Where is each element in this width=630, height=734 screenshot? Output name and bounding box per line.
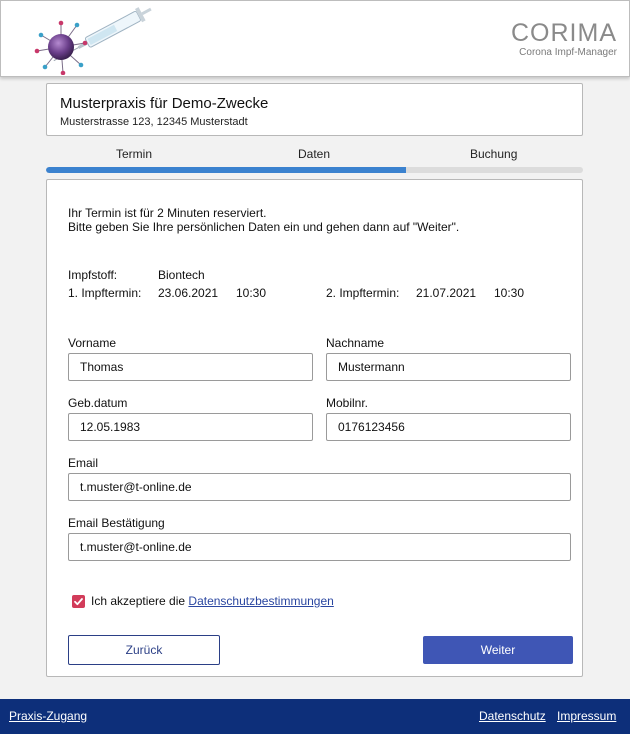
step-termin: Termin	[116, 147, 153, 161]
personal-data-card: Ihr Termin ist für 2 Minuten reserviert.…	[46, 179, 583, 677]
privacy-link[interactable]: Datenschutz	[479, 709, 546, 723]
lastname-input[interactable]	[326, 353, 571, 381]
firstname-input[interactable]	[68, 353, 313, 381]
imprint-link[interactable]: Impressum	[557, 709, 616, 723]
firstname-label: Vorname	[68, 336, 117, 350]
privacy-policy-link[interactable]: Datenschutzbestimmungen	[188, 594, 333, 608]
app-header: CORIMA Corona Impf-Manager	[0, 0, 630, 77]
reservation-notice: Ihr Termin ist für 2 Minuten reserviert.…	[68, 206, 459, 234]
footer: Praxis-Zugang Datenschutz Impressum	[0, 699, 630, 734]
next-button[interactable]: Weiter	[423, 636, 573, 664]
brand-title: CORIMA	[511, 19, 617, 47]
birthdate-label: Geb.datum	[68, 396, 128, 410]
mobile-input[interactable]	[326, 413, 571, 441]
progress-bar	[46, 167, 583, 173]
email-confirm-label: Email Bestätigung	[68, 516, 165, 530]
lastname-label: Nachname	[326, 336, 385, 350]
reservation-notice-line1: Ihr Termin ist für 2 Minuten reserviert.	[68, 206, 267, 220]
first-appointment-date: 23.06.2021	[158, 286, 219, 300]
vaccine-label: Impfstoff:	[68, 268, 118, 282]
privacy-consent-checkbox[interactable]	[72, 595, 85, 608]
step-buchung: Buchung	[470, 147, 518, 161]
practice-access-link[interactable]: Praxis-Zugang	[9, 709, 87, 723]
privacy-consent-text: Ich akzeptiere die Datenschutzbestimmung…	[91, 594, 334, 608]
practice-card: Musterpraxis für Demo-Zwecke Musterstras…	[46, 83, 583, 136]
second-appointment-date: 21.07.2021	[416, 286, 477, 300]
back-button[interactable]: Zurück	[68, 635, 220, 665]
mobile-label: Mobilnr.	[326, 396, 369, 410]
second-appointment-label: 2. Impftermin:	[326, 286, 400, 300]
step-daten: Daten	[298, 147, 331, 161]
first-appointment-label: 1. Impftermin:	[68, 286, 142, 300]
brand-subtitle: Corona Impf-Manager	[519, 47, 617, 58]
progress-bar-fill	[46, 167, 406, 173]
booking-steps: Termin Daten Buchung	[46, 146, 583, 174]
brand: CORIMA Corona Impf-Manager	[511, 19, 617, 59]
first-appointment-time: 10:30	[236, 286, 267, 300]
vaccine-syringe-virus-logo	[34, 7, 152, 75]
practice-address: Musterstrasse 123, 12345 Musterstadt	[60, 116, 248, 128]
practice-name: Musterpraxis für Demo-Zwecke	[60, 95, 269, 112]
second-appointment-time: 10:30	[494, 286, 525, 300]
email-confirm-input[interactable]	[68, 533, 571, 561]
email-label: Email	[68, 456, 99, 470]
email-input[interactable]	[68, 473, 571, 501]
reservation-notice-line2: Bitte geben Sie Ihre persönlichen Daten …	[68, 220, 460, 234]
birthdate-input[interactable]	[68, 413, 313, 441]
checkmark-icon	[74, 598, 83, 606]
privacy-consent-label: Ich akzeptiere die	[91, 594, 186, 608]
vaccine-value: Biontech	[158, 268, 205, 282]
